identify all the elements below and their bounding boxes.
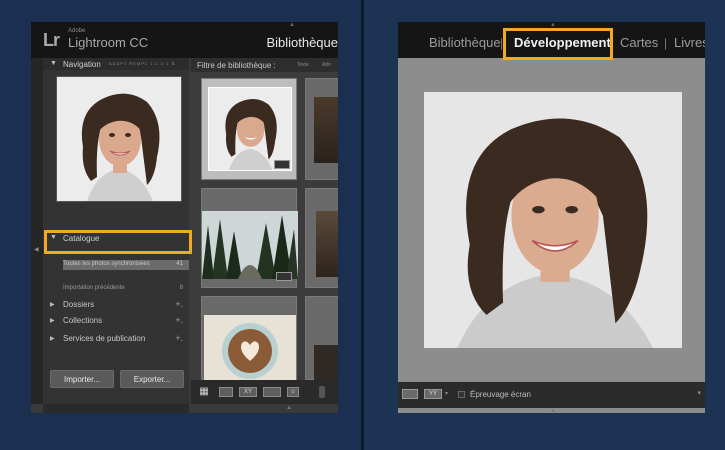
section-collections[interactable]: ▶ Collections +. <box>43 314 189 328</box>
grid-toolbar: ▦ XY ☺ <box>191 380 338 404</box>
tab-maps[interactable]: Cartes <box>620 35 658 50</box>
thumbnail <box>316 211 338 277</box>
lightroom-logo: Lr <box>43 30 60 50</box>
tab-books[interactable]: Livres <box>674 35 705 50</box>
soft-proof-label: Épreuvage écran <box>470 390 531 399</box>
collapse-left-arrow-icon[interactable]: ◀ <box>34 246 39 253</box>
add-icon[interactable]: +. <box>175 315 183 325</box>
adobe-label: Adobe <box>68 28 86 34</box>
develop-photo[interactable] <box>424 92 682 348</box>
sync-badge-icon <box>276 272 292 281</box>
library-window: Lr Adobe Lightroom CC Bibliothèque ▲ ◀ ▼… <box>31 22 338 413</box>
develop-window: ▲ Bibliothèque | Développement | Cartes … <box>398 22 705 413</box>
chevron-down-icon[interactable]: ▾ <box>697 389 701 397</box>
navigator-preview[interactable] <box>56 76 182 202</box>
disclosure-triangle-icon: ▶ <box>50 318 55 324</box>
highlight-box <box>503 28 613 60</box>
grid-cell[interactable] <box>305 296 338 381</box>
portrait-image <box>57 77 181 201</box>
spray-can-icon[interactable] <box>319 386 325 398</box>
disclosure-triangle-icon: ▶ <box>50 336 55 342</box>
library-filter-bar: Filtre de bibliothèque : Texte Attri <box>191 58 338 72</box>
disclosure-triangle-icon: ▼ <box>50 60 57 67</box>
product-name: Lightroom CC <box>68 35 149 50</box>
thumbnail <box>314 345 338 381</box>
thumbnail <box>208 87 292 171</box>
compare-view-icon[interactable]: XY <box>239 387 257 397</box>
catalog-row-count: 8 <box>179 285 183 291</box>
soft-proof-checkbox[interactable] <box>458 391 465 398</box>
loupe-view-icon[interactable] <box>402 389 418 399</box>
grid-cell-portrait[interactable] <box>201 78 297 180</box>
catalog-row-label: Toutes les photos synchronisées <box>63 261 150 267</box>
filter-text-option[interactable]: Texte <box>297 62 309 68</box>
module-library-tab[interactable]: Bibliothèque <box>266 35 338 50</box>
thumbnail <box>314 97 338 163</box>
tab-library[interactable]: Bibliothèque <box>429 35 501 50</box>
add-icon[interactable]: +. <box>175 299 183 309</box>
survey-view-icon[interactable] <box>263 387 281 397</box>
loupe-view-icon[interactable] <box>219 387 233 397</box>
filmstrip-toggle-arrow-icon[interactable]: ▲ <box>550 408 556 413</box>
grid-cell-latte[interactable] <box>201 296 297 381</box>
grid-view-icon[interactable]: ▦ <box>197 387 211 397</box>
library-filter-label: Filtre de bibliothèque : <box>197 61 276 70</box>
zoom-options[interactable]: ADAPT REMPL 1:1 2:1 ⇅ <box>109 61 176 66</box>
disclosure-triangle-icon: ▶ <box>50 302 55 308</box>
tab-separator: | <box>664 36 668 50</box>
latte-thumbnail <box>222 323 278 379</box>
filter-attribute-option[interactable]: Attri <box>322 62 331 68</box>
portrait-thumbnail <box>209 88 291 170</box>
highlight-box <box>44 230 192 254</box>
identity-plate: Lr Adobe Lightroom CC Bibliothèque ▲ <box>31 22 338 58</box>
grid-view: Filtre de bibliothèque : Texte Attri ▦ X… <box>191 58 338 404</box>
chevron-down-icon[interactable]: ▾ <box>445 390 448 397</box>
panel-toggle-arrow-icon[interactable]: ▲ <box>289 22 295 28</box>
section-label: Collections <box>63 316 103 325</box>
people-view-icon[interactable]: ☺ <box>287 387 299 397</box>
filmstrip-toggle-arrow-icon[interactable]: ▲ <box>286 405 292 411</box>
left-panel-footer <box>43 404 189 413</box>
section-folders[interactable]: ▶ Dossiers +. <box>43 298 189 312</box>
grid-cell[interactable] <box>305 188 338 288</box>
grid-cell-forest[interactable] <box>201 188 298 288</box>
grid-cell[interactable] <box>305 78 338 180</box>
portrait-image <box>424 92 682 348</box>
sync-badge-icon <box>274 160 290 169</box>
forest-thumbnail <box>202 211 298 279</box>
catalog-row-label: Importation précédente <box>63 285 125 291</box>
section-label: Dossiers <box>63 300 95 309</box>
add-icon[interactable]: +. <box>175 333 183 343</box>
catalog-row-all-synced[interactable]: Toutes les photos synchronisées 41 <box>63 260 189 270</box>
navigator-header[interactable]: ▼ Navigation ADAPT REMPL 1:1 2:1 ⇅ <box>43 58 189 70</box>
catalog-row-previous-import[interactable]: Importation précédente 8 <box>63 284 189 294</box>
import-button[interactable]: Importer... <box>50 370 114 388</box>
thumbnail <box>204 315 296 381</box>
navigator-title: Navigation <box>63 60 101 69</box>
thumbnail <box>202 211 298 279</box>
develop-toolbar: YY ▾ Épreuvage écran ▾ <box>398 382 705 408</box>
left-panel-edge[interactable]: ◀ <box>31 58 43 404</box>
before-after-icon[interactable]: YY <box>424 389 442 399</box>
export-button[interactable]: Exporter... <box>120 370 184 388</box>
catalog-row-count: 41 <box>176 261 183 267</box>
section-publish-services[interactable]: ▶ Services de publication +. <box>43 332 189 346</box>
section-label: Services de publication <box>63 334 146 343</box>
